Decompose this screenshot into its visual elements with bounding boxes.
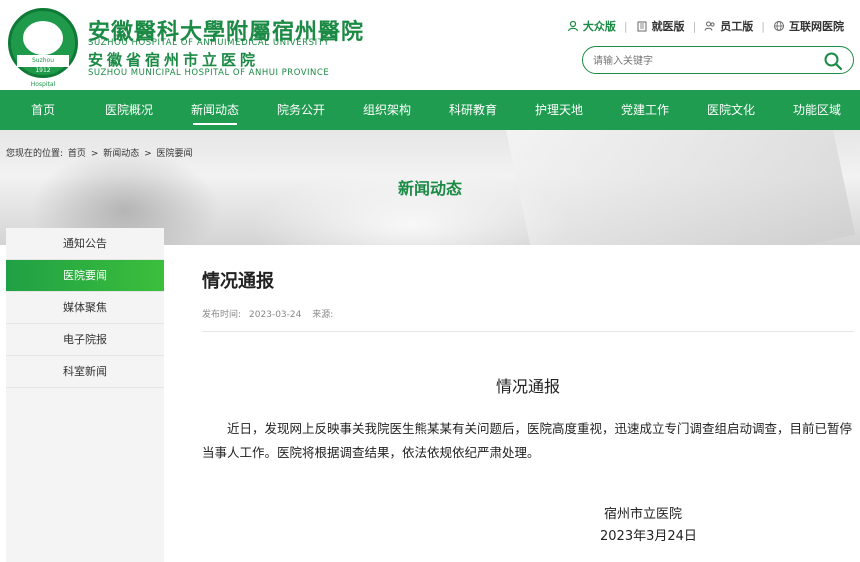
- source-label: 来源:: [312, 310, 334, 320]
- logo-year: 1912: [35, 67, 51, 74]
- sidebar: 通知公告 医院要闻 媒体聚焦 电子院报 科室新闻: [6, 228, 164, 562]
- nav-hospital-overview[interactable]: 医院概况: [86, 90, 172, 130]
- building-icon: [637, 21, 647, 32]
- sidebar-item-notices[interactable]: 通知公告: [6, 228, 164, 260]
- hospital-logo[interactable]: Suzhou Municipal Hospital 1912: [8, 8, 78, 88]
- publish-label: 发布时间:: [202, 310, 242, 320]
- separator: |: [761, 19, 765, 33]
- publish-date: 2023-03-24: [249, 310, 302, 320]
- divider: [202, 331, 854, 332]
- sidebar-item-e-newspaper[interactable]: 电子院报: [6, 324, 164, 356]
- nav-news[interactable]: 新闻动态: [172, 90, 258, 130]
- staff-version-link[interactable]: 员工版: [704, 18, 753, 34]
- article-title: 情况通报: [202, 271, 274, 292]
- breadcrumb-news[interactable]: 新闻动态: [103, 149, 139, 159]
- sidebar-item-media[interactable]: 媒体聚焦: [6, 292, 164, 324]
- patient-version-label: 就医版: [651, 20, 685, 33]
- search-box: [582, 46, 854, 74]
- search-input[interactable]: [593, 51, 813, 71]
- public-version-label: 大众版: [582, 20, 616, 33]
- breadcrumb: 您现在的位置: 首页 > 新闻动态 > 医院要闻: [6, 146, 195, 159]
- nav-party-building[interactable]: 党建工作: [602, 90, 688, 130]
- nav-affairs[interactable]: 院务公开: [258, 90, 344, 130]
- signature-date: 2023年3月24日: [600, 529, 697, 544]
- globe-icon: [774, 21, 784, 31]
- breadcrumb-prefix: 您现在的位置:: [6, 149, 64, 159]
- breadcrumb-current[interactable]: 医院要闻: [157, 149, 193, 159]
- main-navigation: 首页 医院概况 新闻动态 院务公开 组织架构 科研教育 护理天地 党建工作 医院…: [0, 90, 860, 130]
- brand-subtitle-cn: 安徽省宿州市立医院: [88, 51, 260, 69]
- internet-hospital-label: 互联网医院: [789, 20, 844, 33]
- article-content: 情况通报 发布时间: 2023-03-24 来源: 情况通报 近日，发现网上反映事…: [202, 245, 860, 562]
- public-version-link[interactable]: 大众版: [567, 18, 616, 34]
- brand-title-en: SUZHOU HOSPITAL OF ANHUIMEDICAL UNIVERSI…: [88, 38, 330, 48]
- banner-title: 新闻动态: [397, 179, 462, 198]
- document-body: 近日，发现网上反映事关我院医生熊某某有关问题后，医院高度重视，迅速成立专门调查组…: [202, 421, 853, 460]
- breadcrumb-separator: >: [90, 149, 99, 159]
- sidebar-item-department-news[interactable]: 科室新闻: [6, 356, 164, 388]
- patient-version-link[interactable]: 就医版: [636, 18, 685, 34]
- nav-hospital-culture[interactable]: 医院文化: [688, 90, 774, 130]
- separator: |: [623, 19, 628, 33]
- signature-organization: 宿州市立医院: [604, 507, 683, 522]
- separator: |: [692, 19, 697, 33]
- nav-home[interactable]: 首页: [0, 90, 86, 130]
- nav-research-education[interactable]: 科研教育: [430, 90, 516, 130]
- person-icon: [567, 20, 578, 32]
- site-header: Suzhou Municipal Hospital 1912 安徽醫科大學附屬宿…: [0, 0, 860, 90]
- version-switcher: 大众版 | 就医版 | 员工版 | 互联网医院: [567, 18, 844, 34]
- brand-subtitle-en: SUZHOU MUNICIPAL HOSPITAL OF ANHUI PROVI…: [88, 68, 330, 78]
- breadcrumb-home[interactable]: 首页: [68, 149, 86, 159]
- nav-nursing[interactable]: 护理天地: [516, 90, 602, 130]
- logo-emblem-icon: [23, 21, 63, 55]
- document-title: 情况通报: [495, 377, 560, 396]
- nav-functional-areas[interactable]: 功能区域: [774, 90, 860, 130]
- logo-ribbon: Suzhou Municipal Hospital: [17, 55, 69, 88]
- article-meta: 发布时间: 2023-03-24 来源:: [202, 307, 341, 320]
- nav-organization[interactable]: 组织架构: [344, 90, 430, 130]
- search-icon[interactable]: [823, 51, 843, 71]
- internet-hospital-link[interactable]: 互联网医院: [773, 18, 844, 34]
- staff-version-label: 员工版: [720, 20, 754, 33]
- breadcrumb-separator: >: [144, 149, 152, 159]
- sidebar-item-hospital-news[interactable]: 医院要闻: [6, 260, 164, 292]
- staff-icon: [704, 21, 715, 31]
